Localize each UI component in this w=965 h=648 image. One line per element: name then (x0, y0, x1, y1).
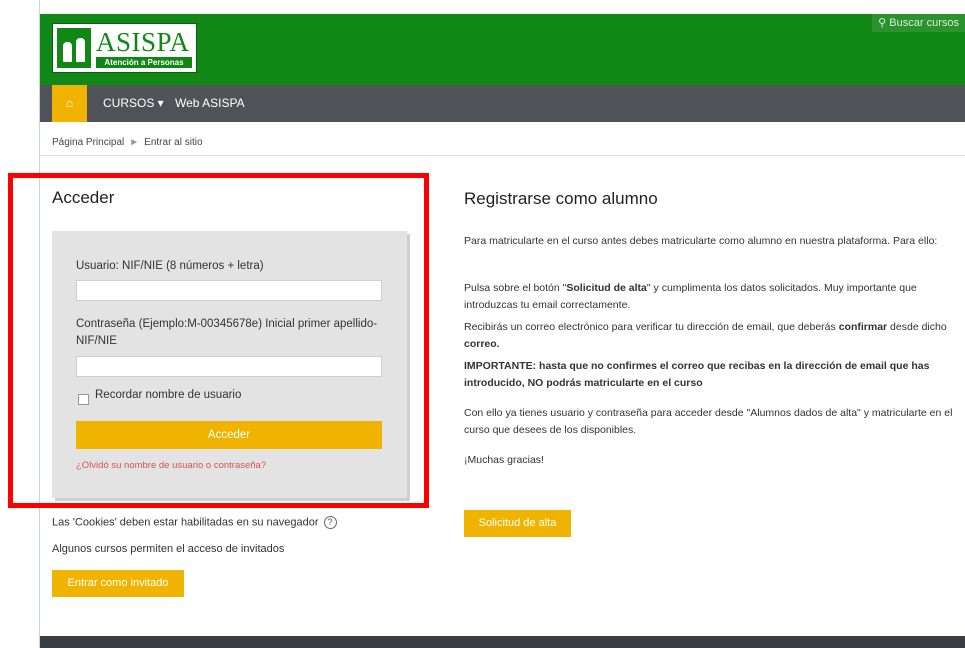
home-button[interactable]: ⌂ (52, 85, 87, 122)
help-icon[interactable]: ? (323, 516, 337, 529)
register-step-1-b: Solicitud de alta (566, 282, 647, 294)
register-step-2-d: correo. (464, 338, 500, 350)
breadcrumb-divider (40, 155, 965, 156)
register-title: Registrarse como alumno (464, 189, 658, 208)
register-intro: Para matricularte en el curso antes debe… (464, 235, 938, 247)
guest-login-button[interactable]: Entrar como invitado (52, 570, 184, 597)
people-logo-icon (57, 28, 91, 68)
site-header: ASISPA Atención a Personas ⚲ Buscar curs… (40, 14, 965, 85)
nav-web-asispa[interactable]: Web ASISPA (175, 85, 245, 122)
breadcrumb-home[interactable]: Página Principal (52, 137, 124, 148)
guests-notice: Algunos cursos permiten el acceso de inv… (52, 543, 285, 555)
search-courses-label: Buscar cursos (889, 17, 959, 29)
cookies-notice: Las 'Cookies' deben estar habilitadas en… (52, 516, 337, 529)
logo-subtitle: Atención a Personas (96, 57, 192, 68)
register-important: IMPORTANTE: hasta que no confirmes el co… (464, 360, 930, 389)
register-step-2-b: confirmar (838, 321, 888, 333)
logo-text: ASISPA (96, 27, 190, 57)
register-step-2-c: desde dicho (887, 321, 947, 333)
register-step-2-a: Recibirás un correo electrónico para ver… (464, 321, 839, 333)
breadcrumb-current: Entrar al sitio (144, 137, 203, 148)
breadcrumb-separator: ► (129, 137, 140, 148)
register-thanks: ¡Muchas gracias! (464, 454, 544, 466)
register-step-2: Recibirás un correo electrónico para ver… (464, 319, 965, 353)
highlight-frame (8, 173, 429, 508)
register-step-1-a: Pulsa sobre el botón " (464, 282, 567, 294)
signup-request-button[interactable]: Solicitud de alta (464, 510, 571, 537)
register-step-3: Con ello ya tienes usuario y contraseña … (464, 407, 953, 436)
home-icon: ⌂ (65, 96, 74, 110)
search-icon: ⚲ (878, 17, 887, 29)
footer-bar (40, 636, 965, 648)
main-navbar: ⌂ CURSOS ▾ Web ASISPA (40, 85, 965, 122)
breadcrumb: Página Principal ► Entrar al sitio (52, 137, 203, 148)
cookies-text: Las 'Cookies' deben estar habilitadas en… (52, 516, 319, 529)
nav-cursos[interactable]: CURSOS ▾ (103, 85, 164, 122)
search-courses-button[interactable]: ⚲ Buscar cursos (872, 14, 965, 32)
asispa-logo[interactable]: ASISPA Atención a Personas (52, 23, 197, 73)
register-step-1: Pulsa sobre el botón "Solicitud de alta"… (464, 280, 965, 314)
